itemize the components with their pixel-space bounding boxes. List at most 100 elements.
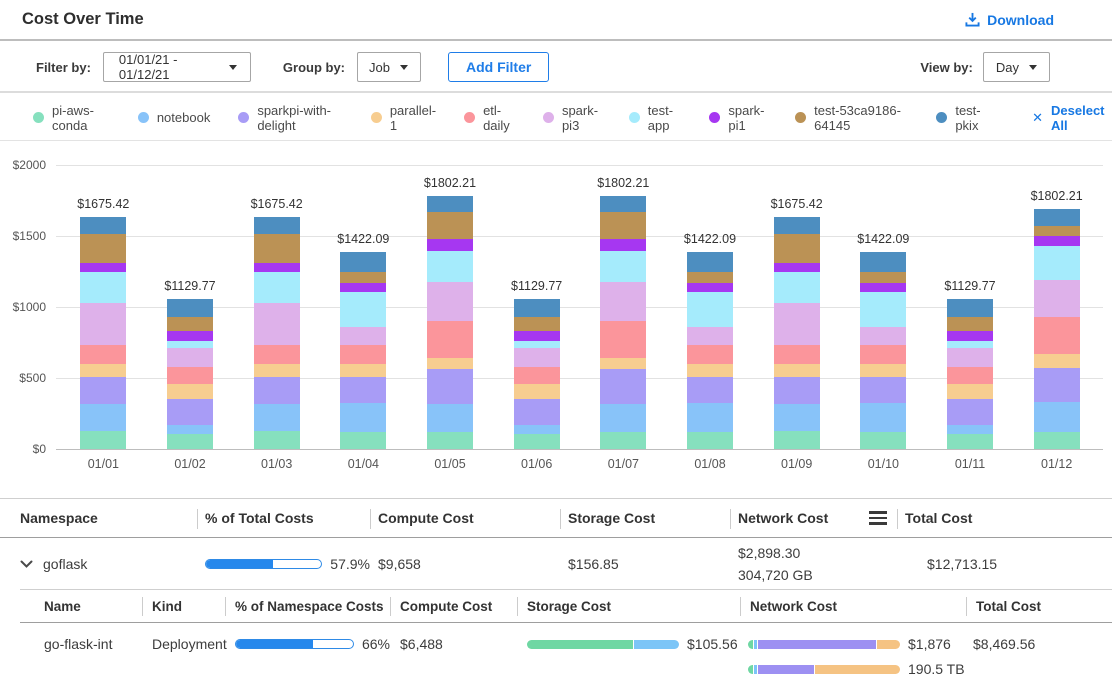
bar-segment-parallel-1[interactable] <box>167 384 213 399</box>
stacked-bar-01/04[interactable] <box>340 252 386 449</box>
bar-segment-pi-aws-conda[interactable] <box>167 434 213 448</box>
bar-segment-pi-aws-conda[interactable] <box>514 434 560 448</box>
bar-segment-sparkpi-with-delight[interactable] <box>167 399 213 425</box>
bar-segment-test-app[interactable] <box>514 341 560 348</box>
bar-segment-test-pkix[interactable] <box>80 217 126 235</box>
bar-segment-notebook[interactable] <box>1034 402 1080 432</box>
bar-segment-notebook[interactable] <box>80 404 126 432</box>
bar-segment-parallel-1[interactable] <box>80 364 126 376</box>
bar-segment-test-pkix[interactable] <box>254 217 300 235</box>
bar-segment-test-pkix[interactable] <box>600 196 646 213</box>
bar-segment-etl-daily[interactable] <box>80 345 126 364</box>
bar-segment-spark-pi1[interactable] <box>427 239 473 251</box>
bar-segment-pi-aws-conda[interactable] <box>1034 432 1080 449</box>
bar-segment-etl-daily[interactable] <box>947 367 993 384</box>
bar-segment-parallel-1[interactable] <box>947 384 993 399</box>
bar-segment-test-app[interactable] <box>254 272 300 303</box>
legend-item-spark-pi1[interactable]: spark-pi1 <box>709 103 767 133</box>
legend-item-spark-pi3[interactable]: spark-pi3 <box>543 103 601 133</box>
bar-segment-spark-pi1[interactable] <box>340 283 386 292</box>
bar-segment-test-pkix[interactable] <box>514 299 560 317</box>
bar-segment-test-app[interactable] <box>427 251 473 283</box>
bar-segment-pi-aws-conda[interactable] <box>947 434 993 448</box>
bar-segment-notebook[interactable] <box>340 403 386 432</box>
stacked-bar-01/03[interactable] <box>254 217 300 449</box>
bar-segment-pi-aws-conda[interactable] <box>80 431 126 449</box>
bar-segment-sparkpi-with-delight[interactable] <box>427 369 473 404</box>
legend-item-test-53ca9186-64145[interactable]: test-53ca9186-64145 <box>795 103 908 133</box>
bar-segment-test-pkix[interactable] <box>1034 209 1080 226</box>
bar-segment-test-pkix[interactable] <box>774 217 820 235</box>
bar-segment-spark-pi1[interactable] <box>514 331 560 341</box>
stacked-bar-01/09[interactable] <box>774 217 820 449</box>
bar-segment-parallel-1[interactable] <box>774 364 820 376</box>
bar-segment-test-53ca9186-64145[interactable] <box>427 212 473 239</box>
bar-segment-spark-pi3[interactable] <box>600 282 646 320</box>
bar-segment-sparkpi-with-delight[interactable] <box>947 399 993 425</box>
bar-segment-spark-pi1[interactable] <box>167 331 213 341</box>
bar-segment-parallel-1[interactable] <box>514 384 560 399</box>
bar-segment-parallel-1[interactable] <box>687 364 733 376</box>
bar-segment-test-53ca9186-64145[interactable] <box>340 272 386 283</box>
bar-segment-test-app[interactable] <box>687 292 733 327</box>
bar-segment-etl-daily[interactable] <box>340 345 386 365</box>
bar-segment-test-app[interactable] <box>80 272 126 303</box>
bar-segment-notebook[interactable] <box>947 425 993 434</box>
bar-segment-spark-pi1[interactable] <box>1034 236 1080 246</box>
stacked-bar-01/02[interactable] <box>167 299 213 449</box>
bar-segment-etl-daily[interactable] <box>1034 317 1080 354</box>
bar-segment-test-pkix[interactable] <box>427 196 473 213</box>
bar-segment-test-53ca9186-64145[interactable] <box>167 317 213 330</box>
bar-segment-pi-aws-conda[interactable] <box>254 431 300 449</box>
bar-segment-notebook[interactable] <box>254 404 300 432</box>
bar-segment-test-53ca9186-64145[interactable] <box>947 317 993 330</box>
bar-segment-test-app[interactable] <box>340 292 386 327</box>
subtable-row-go-flask-int[interactable]: go-flask-int Deployment 66% $6,488 $105.… <box>20 623 1112 682</box>
bar-segment-spark-pi3[interactable] <box>514 348 560 367</box>
bar-segment-etl-daily[interactable] <box>860 345 906 365</box>
bar-segment-test-pkix[interactable] <box>860 252 906 271</box>
bar-segment-sparkpi-with-delight[interactable] <box>860 377 906 403</box>
bar-segment-notebook[interactable] <box>427 404 473 432</box>
bar-segment-test-53ca9186-64145[interactable] <box>254 234 300 262</box>
stacked-bar-01/07[interactable] <box>600 196 646 449</box>
bar-segment-test-53ca9186-64145[interactable] <box>514 317 560 330</box>
bar-segment-spark-pi3[interactable] <box>167 348 213 367</box>
stacked-bar-01/10[interactable] <box>860 252 906 449</box>
bar-segment-parallel-1[interactable] <box>427 358 473 370</box>
bar-segment-notebook[interactable] <box>167 425 213 434</box>
bar-segment-etl-daily[interactable] <box>167 367 213 384</box>
bar-segment-test-app[interactable] <box>167 341 213 348</box>
bar-segment-sparkpi-with-delight[interactable] <box>774 377 820 404</box>
bar-segment-spark-pi1[interactable] <box>687 283 733 292</box>
bar-segment-test-53ca9186-64145[interactable] <box>860 272 906 283</box>
bar-segment-notebook[interactable] <box>687 403 733 432</box>
bar-segment-etl-daily[interactable] <box>687 345 733 365</box>
bar-segment-notebook[interactable] <box>600 404 646 432</box>
legend-item-pi-aws-conda[interactable]: pi-aws-conda <box>33 103 110 133</box>
add-filter-button[interactable]: Add Filter <box>448 52 549 82</box>
date-range-select[interactable]: 01/01/21 - 01/12/21 <box>103 52 251 82</box>
bar-segment-notebook[interactable] <box>774 404 820 432</box>
bar-segment-sparkpi-with-delight[interactable] <box>254 377 300 404</box>
bar-segment-notebook[interactable] <box>860 403 906 432</box>
legend-item-sparkpi-with-delight[interactable]: sparkpi-with-delight <box>238 103 342 133</box>
bar-segment-parallel-1[interactable] <box>600 358 646 370</box>
bar-segment-sparkpi-with-delight[interactable] <box>80 377 126 404</box>
bar-segment-test-pkix[interactable] <box>167 299 213 317</box>
bar-segment-test-app[interactable] <box>1034 246 1080 280</box>
stacked-bar-01/05[interactable] <box>427 196 473 449</box>
bar-segment-sparkpi-with-delight[interactable] <box>514 399 560 425</box>
legend-item-etl-daily[interactable]: etl-daily <box>464 103 515 133</box>
stacked-bar-01/01[interactable] <box>80 217 126 449</box>
bar-segment-spark-pi1[interactable] <box>80 263 126 273</box>
bar-segment-parallel-1[interactable] <box>1034 354 1080 367</box>
bar-segment-parallel-1[interactable] <box>860 364 906 376</box>
column-menu-icon[interactable] <box>869 511 887 525</box>
bar-segment-pi-aws-conda[interactable] <box>687 432 733 449</box>
bar-segment-sparkpi-with-delight[interactable] <box>600 369 646 404</box>
chevron-down-icon[interactable] <box>20 560 33 568</box>
bar-segment-pi-aws-conda[interactable] <box>774 431 820 449</box>
bar-segment-etl-daily[interactable] <box>600 321 646 358</box>
legend-item-test-pkix[interactable]: test-pkix <box>936 103 990 133</box>
